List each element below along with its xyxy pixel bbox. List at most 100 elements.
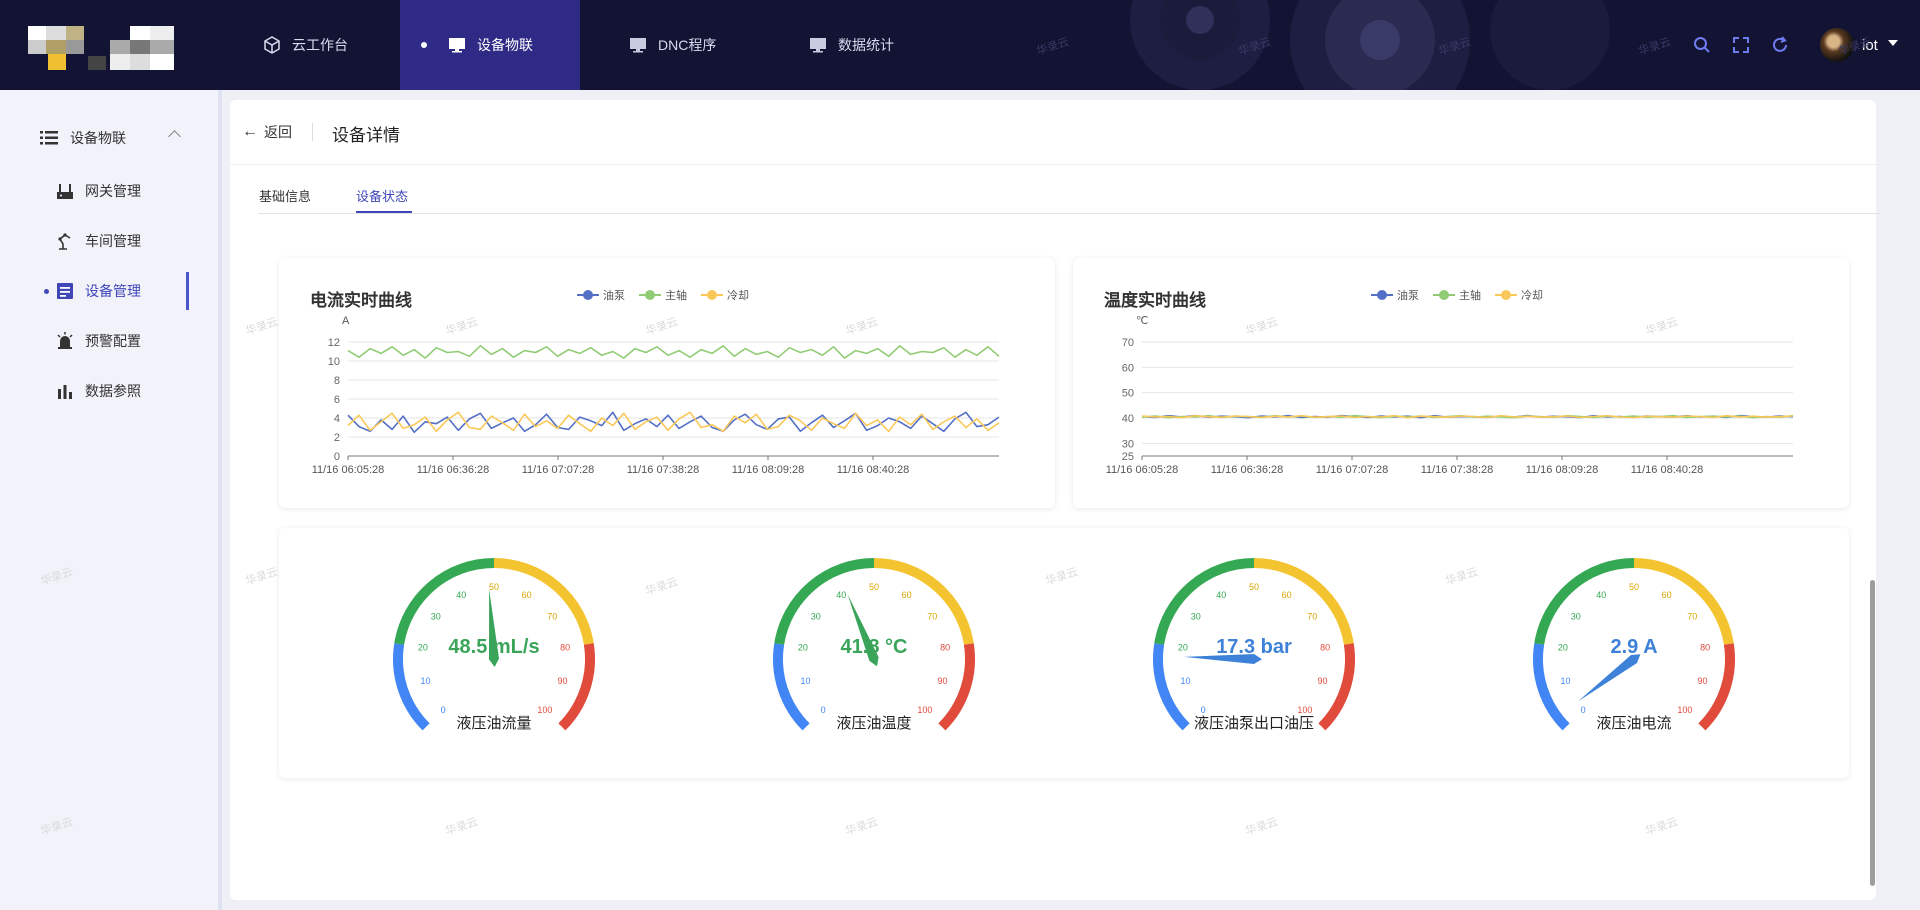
sidebar-item-gateway[interactable]: 网关管理 [55,179,195,203]
gauge-tick [926,586,931,591]
x-tick-label: 11/16 07:07:28 [522,464,595,476]
gauge-tick [559,604,569,612]
nav-dnc-program[interactable]: DNC程序 [628,0,716,90]
gauge-tick [573,693,578,696]
gauge-tick [1285,574,1288,579]
nav-cloud-workbench[interactable]: 云工作台 [262,0,348,90]
back-button[interactable]: ← 返回 [242,122,292,142]
gauge-tick [415,612,420,616]
avatar[interactable] [1820,28,1854,62]
gauge-tick [414,700,419,704]
gauge-tick [530,577,537,587]
fullscreen-icon[interactable] [1731,35,1751,55]
tab-basic-info[interactable]: 基础信息 [259,186,311,205]
gauge-tick-label: 60 [522,590,532,600]
sidebar-item-workshop[interactable]: 车间管理 [55,229,195,253]
series-line-2 [347,345,1000,359]
search-icon[interactable] [1692,35,1712,55]
gauge-tick [565,707,570,711]
gauge-label: 液压油温度 [836,715,912,732]
tab-device-status[interactable]: 设备状态 [356,186,408,205]
gauge-tick [1171,619,1176,623]
gauge-band-3 [493,558,594,645]
gauge-tick [787,683,797,688]
gauge-tick [1318,598,1323,602]
gauge-tick [1657,571,1660,576]
gauge-tick [1269,569,1272,574]
gauge-tick [1693,592,1697,596]
current-line-chart: A 0 2 4 6 8 10 12 11/16 06:05:28 11/16 06:36:28 11… [312,315,1000,476]
page-title: 设备详情 [332,126,400,145]
gauge-tick [905,574,908,579]
gauge-tick [1699,604,1709,612]
sidebar-item-data-reference[interactable]: 数据参照 [55,379,195,403]
gauge-tick [952,619,957,623]
gauge-tick-label: 50 [1249,582,1259,592]
sidebar-item-alarm-config[interactable]: 预警配置 [55,329,195,353]
sidebar-item-label: 网关管理 [85,183,141,199]
robot-arm-icon [58,233,71,250]
refresh-icon[interactable] [1770,35,1790,55]
gauge-tick [805,598,810,602]
gauge-tick-label: 50 [489,582,499,592]
active-indicator-bar [186,272,189,310]
gauge-tick [1715,627,1720,631]
gauge-tick [1328,612,1333,616]
gauge-tick [425,598,430,602]
y-axis-unit: A [342,315,350,327]
x-tick-label: 11/16 08:40:28 [1631,464,1704,476]
gauge-tick [1545,677,1550,680]
gauge-value: 41.8 °C [840,636,908,658]
gauge-band-3 [1253,558,1354,645]
watermark: 华录云 [1035,36,1071,58]
gauge-label: 液压油电流 [1596,715,1672,732]
sidebar-item-label: 数据参照 [85,383,141,399]
user-name[interactable]: iot [1862,37,1878,54]
gauge-tick-label: 70 [1687,612,1697,622]
monitor-icon [630,38,646,53]
tabs-divider [258,213,1880,214]
machinery-banner-image [1130,0,1610,90]
gauge-tick [1584,581,1588,586]
sidebar-group-device-iot[interactable]: 设备物联 [40,128,190,148]
nav-device-iot[interactable]: 设备物联 [400,0,580,90]
gauge-tick [955,627,960,631]
gauge-band-3 [873,558,974,645]
x-tick-label: 11/16 07:07:28 [1316,464,1389,476]
gauge-tick [571,683,581,688]
gauge-tick-label: 30 [811,612,821,622]
gauge-tick-label: 70 [1307,612,1317,622]
gauge-tick-label: 40 [456,590,466,600]
gauge-tick-label: 50 [1629,582,1639,592]
sidebar-item-device-management[interactable]: 设备管理 [55,279,195,303]
gauge-hydraulic-temperature: 0 10 20 30 40 50 60 70 80 90 100 41.8 °C 液压油温度 [744,554,1004,764]
gauge-tick [1608,571,1611,576]
gauge-tick-label: 60 [1282,590,1292,600]
caret-down-icon[interactable] [1888,40,1898,46]
gauge-tick [1555,612,1560,616]
gauge-tick [1204,581,1208,586]
gauge-tick [1649,569,1652,574]
gauge-tick [411,619,416,623]
gauge-tick [1340,669,1345,671]
gauge-tick-label: 70 [927,612,937,622]
back-label: 返回 [264,124,292,140]
gauge-tick [460,574,463,579]
active-indicator-dot [44,289,49,294]
alarm-icon [57,332,73,349]
gauge-tick [939,604,949,612]
gauge-tick [1165,677,1170,680]
gauge-tick [1178,707,1183,711]
x-tick-label: 11/16 06:05:28 [1106,464,1179,476]
gauge-tick [790,693,795,696]
gauge-tick [949,700,954,704]
bar-chart-icon [58,385,72,399]
gauge-tick-label: 90 [1697,676,1707,686]
gauge-tick [1333,693,1338,696]
gauge-tick [408,627,413,631]
nav-data-statistics[interactable]: 数据统计 [808,0,894,90]
vertical-scrollbar[interactable] [1870,580,1875,886]
gauge-tick [848,571,851,576]
cube-icon [264,36,280,54]
y-tick-label: 2 [334,432,340,444]
